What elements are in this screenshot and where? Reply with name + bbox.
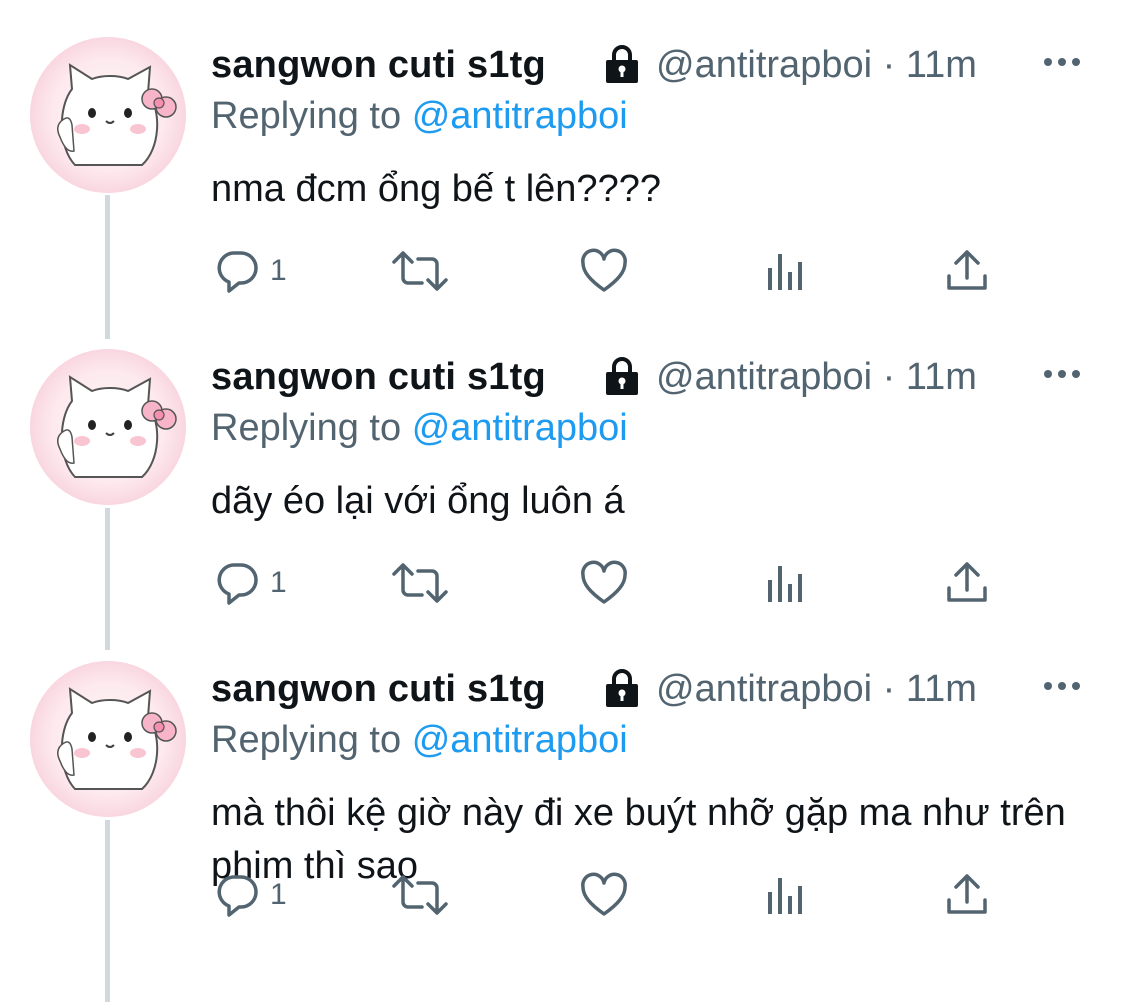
tweet[interactable]: sangwon cuti s1tg @antitrapboi · 11m Rep… — [0, 0, 1125, 312]
replying-to-label: Replying to — [211, 95, 402, 137]
author-name[interactable]: sangwon cuti s1tg — [211, 44, 546, 87]
replying-to-label: Replying to — [211, 719, 402, 761]
timestamp[interactable]: 11m — [906, 44, 977, 86]
tweet[interactable]: sangwon cuti s1tg @antitrapboi · 11m Rep… — [0, 624, 1125, 936]
author-handle[interactable]: @antitrapboi · 11m — [656, 44, 977, 87]
more-options-icon[interactable] — [1040, 362, 1084, 386]
tweet[interactable]: sangwon cuti s1tg @antitrapboi · 11m Rep… — [0, 312, 1125, 624]
like-icon — [581, 560, 627, 604]
author-handle[interactable]: @antitrapboi · 11m — [656, 668, 977, 711]
lock-icon — [606, 669, 638, 707]
reply-count: 1 — [270, 254, 287, 287]
more-options-icon[interactable] — [1040, 674, 1084, 698]
analytics-icon — [768, 878, 802, 914]
analytics-icon — [768, 254, 802, 290]
replying-to-handle[interactable]: @antitrapboi — [412, 407, 628, 449]
analytics-icon — [768, 566, 802, 602]
avatar[interactable] — [30, 661, 186, 817]
like-button[interactable] — [580, 560, 628, 606]
share-icon — [947, 874, 987, 914]
analytics-button[interactable] — [764, 560, 808, 606]
like-icon — [581, 872, 627, 916]
retweet-button[interactable] — [390, 872, 450, 918]
share-button[interactable] — [944, 248, 990, 294]
more-options-icon[interactable] — [1040, 50, 1084, 74]
share-icon — [947, 250, 987, 290]
share-button[interactable] — [944, 560, 990, 606]
reply-icon — [217, 875, 258, 917]
replying-to-label: Replying to — [211, 407, 402, 449]
timestamp[interactable]: 11m — [906, 356, 977, 398]
replying-to: Replying to @antitrapboi — [211, 407, 628, 450]
analytics-button[interactable] — [764, 872, 808, 918]
author-name[interactable]: sangwon cuti s1tg — [211, 356, 546, 399]
replying-to-handle[interactable]: @antitrapboi — [412, 719, 628, 761]
reply-button[interactable]: 1 — [214, 560, 287, 606]
like-button[interactable] — [580, 872, 628, 918]
lock-icon — [606, 45, 638, 83]
tweet-text: dãy éo lại với ổng luôn á — [211, 480, 625, 522]
avatar[interactable] — [30, 37, 186, 193]
share-icon — [947, 562, 987, 602]
reply-icon — [217, 563, 258, 605]
avatar[interactable] — [30, 349, 186, 505]
replying-to: Replying to @antitrapboi — [211, 95, 628, 138]
like-button[interactable] — [580, 248, 628, 294]
retweet-button[interactable] — [390, 248, 450, 294]
author-name[interactable]: sangwon cuti s1tg — [211, 668, 546, 711]
reply-button[interactable]: 1 — [214, 248, 287, 294]
author-handle[interactable]: @antitrapboi · 11m — [656, 356, 977, 399]
handle-text: @antitrapboi — [656, 44, 873, 86]
reply-button[interactable]: 1 — [214, 872, 287, 918]
separator: · — [882, 44, 896, 86]
like-icon — [581, 248, 627, 292]
reply-count: 1 — [270, 878, 287, 911]
replying-to: Replying to @antitrapboi — [211, 719, 628, 762]
lock-icon — [606, 357, 638, 395]
separator: · — [882, 668, 896, 710]
timestamp[interactable]: 11m — [906, 668, 977, 710]
separator: · — [882, 356, 896, 398]
retweet-icon — [392, 251, 448, 291]
reply-icon — [217, 251, 258, 293]
handle-text: @antitrapboi — [656, 668, 873, 710]
share-button[interactable] — [944, 872, 990, 918]
replying-to-handle[interactable]: @antitrapboi — [412, 95, 628, 137]
analytics-button[interactable] — [764, 248, 808, 294]
retweet-button[interactable] — [390, 560, 450, 606]
retweet-icon — [392, 563, 448, 603]
tweet-text: nma đcm ổng bế t lên???? — [211, 168, 661, 210]
retweet-icon — [392, 875, 448, 915]
reply-count: 1 — [270, 566, 287, 599]
handle-text: @antitrapboi — [656, 356, 873, 398]
